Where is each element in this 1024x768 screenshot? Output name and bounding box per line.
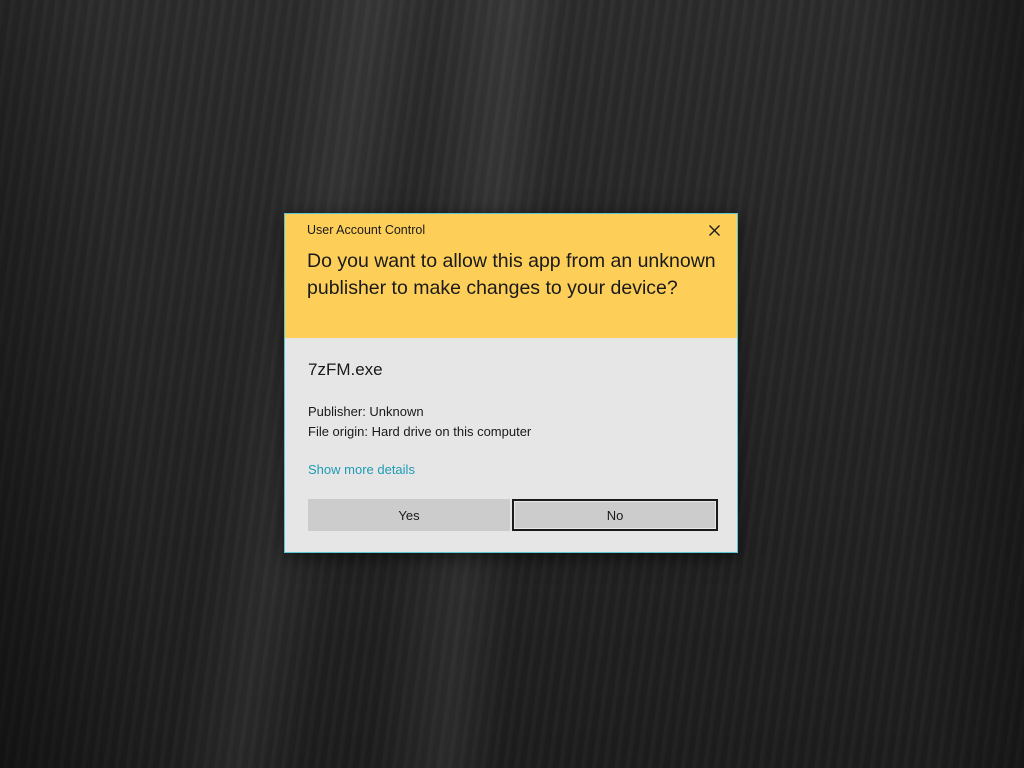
- dialog-question: Do you want to allow this app from an un…: [307, 250, 716, 299]
- dialog-header: User Account Control Do you want to allo…: [285, 214, 737, 338]
- close-button[interactable]: [701, 218, 729, 244]
- file-origin-info: File origin: Hard drive on this computer: [308, 424, 532, 439]
- yes-button[interactable]: Yes: [308, 499, 510, 531]
- uac-dialog: User Account Control Do you want to allo…: [284, 213, 738, 553]
- publisher-info: Publisher: Unknown: [308, 404, 424, 419]
- no-button[interactable]: No: [512, 499, 718, 531]
- show-more-details-link[interactable]: Show more details: [308, 462, 415, 477]
- dialog-title: User Account Control: [307, 223, 426, 237]
- app-name: 7zFM.exe: [308, 360, 383, 379]
- close-icon: [709, 225, 720, 236]
- dialog-body: 7zFM.exe Publisher: Unknown File origin:…: [285, 338, 737, 552]
